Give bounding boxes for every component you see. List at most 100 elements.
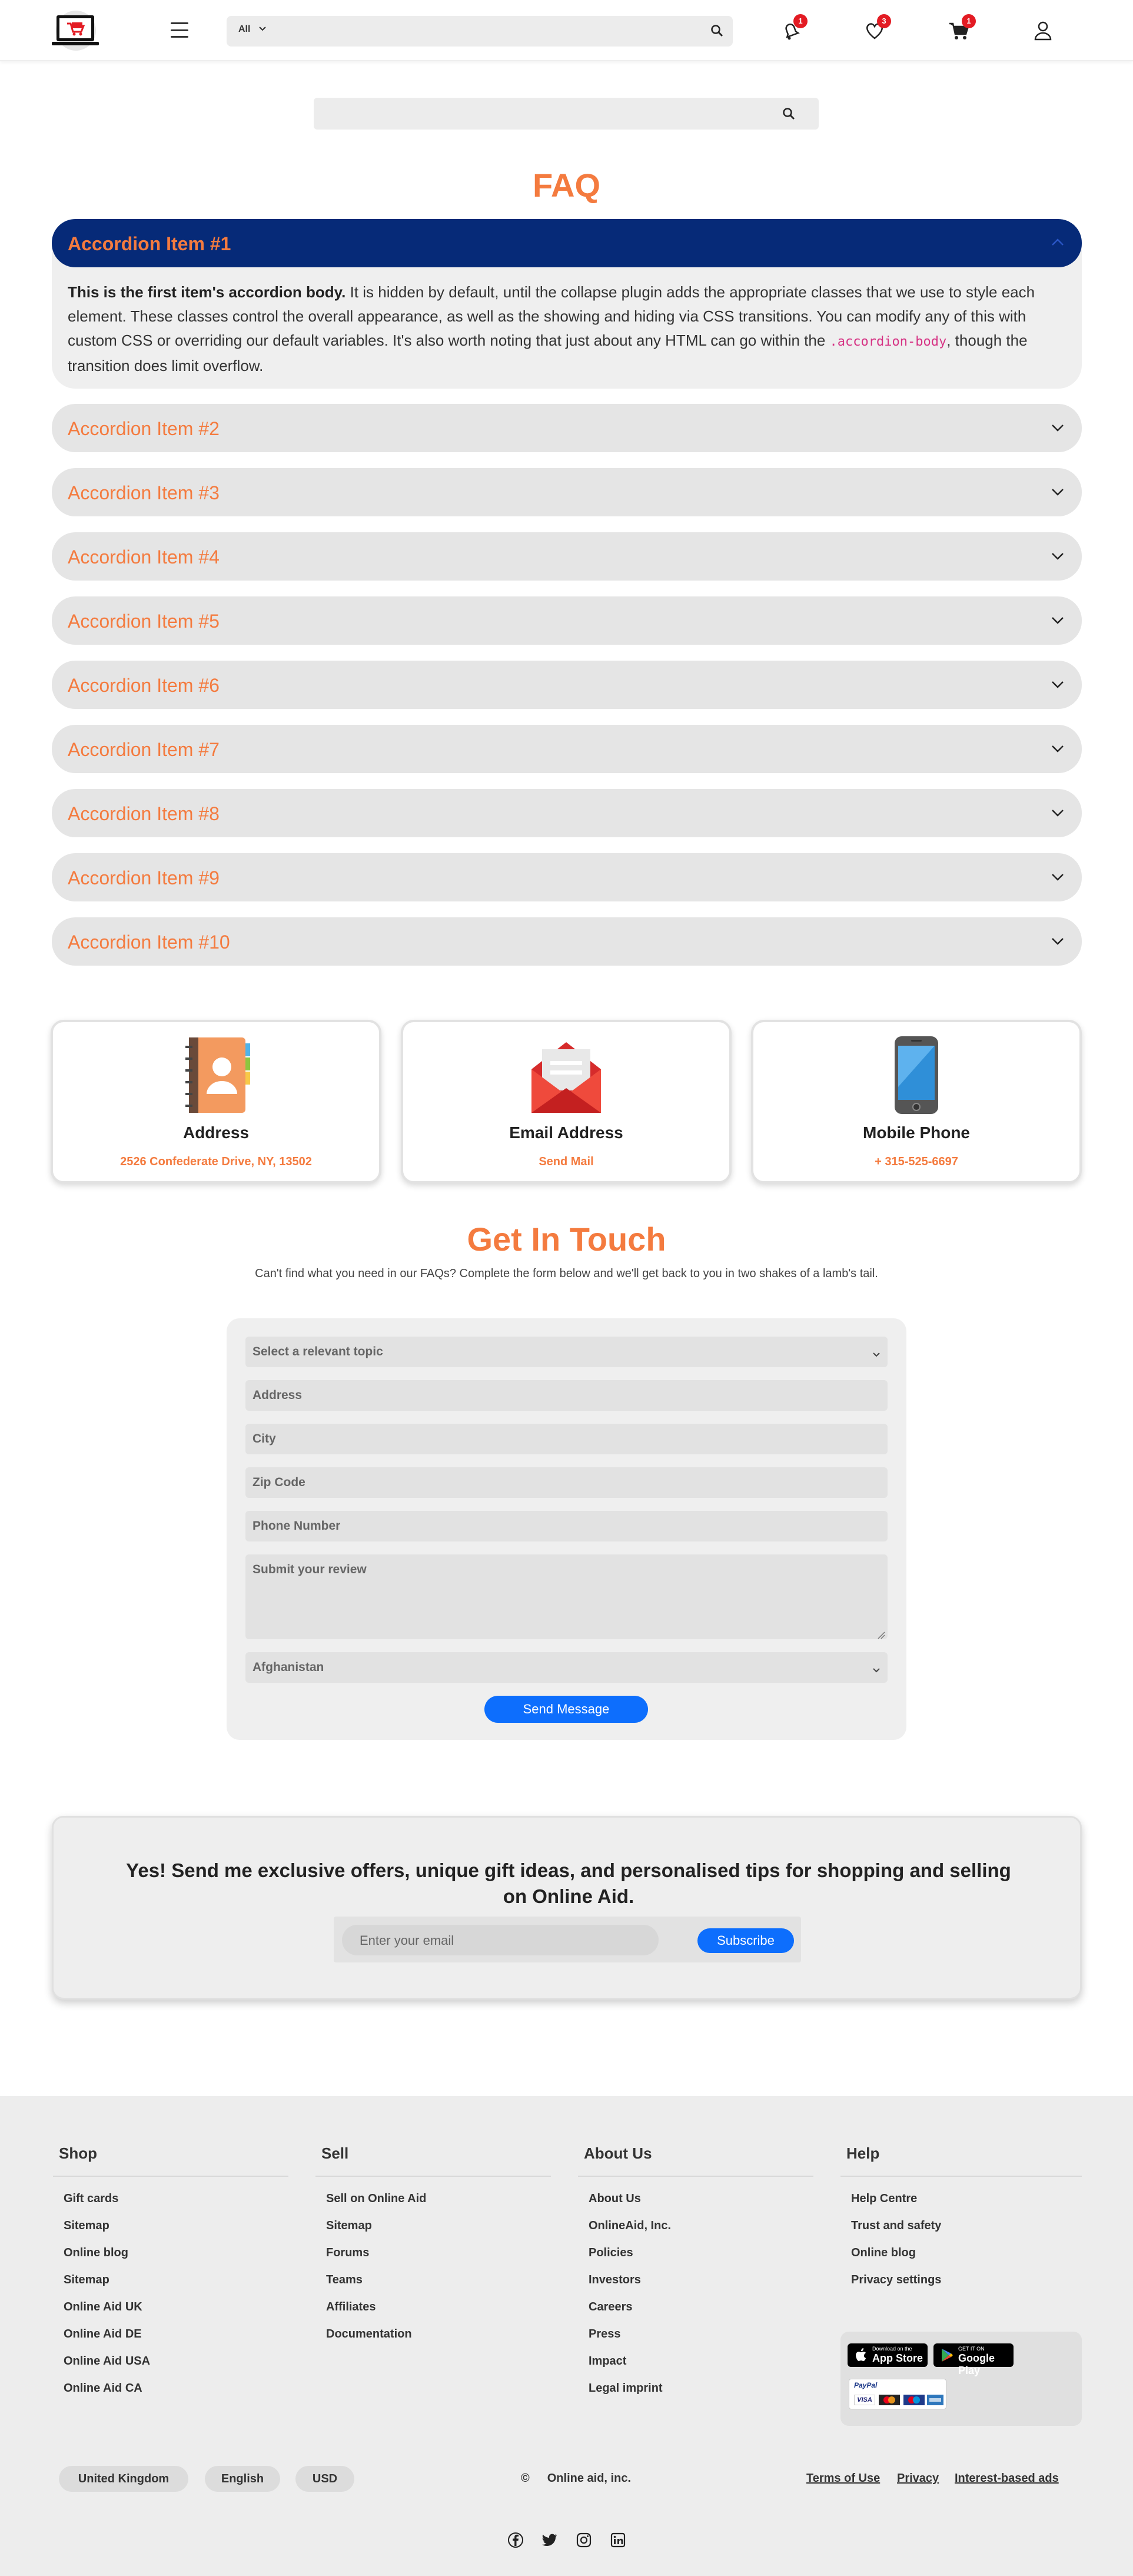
address-placeholder: Address bbox=[252, 1388, 303, 1402]
region-selector[interactable]: United Kingdom bbox=[59, 2466, 188, 2492]
footer-link[interactable]: Sitemap bbox=[315, 2219, 551, 2246]
footer-link[interactable]: Investors bbox=[578, 2273, 813, 2300]
category-select-label: All bbox=[238, 24, 251, 34]
footer-link[interactable]: Press bbox=[578, 2328, 813, 2355]
search-icon[interactable] bbox=[782, 107, 795, 123]
footer-link[interactable]: Gift cards bbox=[53, 2192, 288, 2219]
currency-selector[interactable]: USD bbox=[295, 2466, 354, 2492]
footer-link[interactable]: Online Aid UK bbox=[53, 2300, 288, 2328]
menu-toggle-icon[interactable] bbox=[171, 22, 188, 38]
footer-column-title: Shop bbox=[53, 2144, 288, 2177]
phone-number-field[interactable]: Phone Number bbox=[245, 1511, 888, 1541]
topic-select[interactable]: Select a relevant topic bbox=[245, 1337, 888, 1367]
footer-link[interactable]: Online Aid DE bbox=[53, 2328, 288, 2355]
footer-link[interactable]: Documentation bbox=[315, 2328, 551, 2355]
review-textarea[interactable]: Submit your review bbox=[245, 1554, 888, 1639]
privacy-link[interactable]: Privacy bbox=[897, 2472, 939, 2485]
footer-link[interactable]: Sell on Online Aid bbox=[315, 2192, 551, 2219]
newsletter-form: Enter your email Subscribe bbox=[334, 1917, 801, 1962]
card-title: Email Address bbox=[509, 1123, 623, 1142]
logo[interactable] bbox=[49, 9, 102, 52]
phone-number-placeholder: Phone Number bbox=[252, 1519, 341, 1533]
wishlist-button[interactable]: 3 bbox=[863, 14, 891, 42]
accordion-item[interactable]: Accordion Item #5 bbox=[52, 596, 1082, 645]
cart-button[interactable]: 1 bbox=[948, 14, 976, 42]
accordion-label: Accordion Item #9 bbox=[68, 867, 220, 888]
footer-link[interactable]: Trust and safety bbox=[840, 2219, 1082, 2246]
app-store-small-text: Download on the bbox=[872, 2346, 912, 2352]
footer-link[interactable]: Affiliates bbox=[315, 2300, 551, 2328]
account-button[interactable] bbox=[1031, 19, 1055, 42]
footer-link[interactable]: Careers bbox=[578, 2300, 813, 2328]
accordion-item[interactable]: Accordion Item #4 bbox=[52, 532, 1082, 581]
interest-based-ads-link[interactable]: Interest-based ads bbox=[955, 2472, 1059, 2485]
footer-link[interactable]: Forums bbox=[315, 2246, 551, 2273]
mastercard-icon bbox=[879, 2395, 900, 2405]
twitter-icon[interactable] bbox=[541, 2532, 558, 2548]
footer-link[interactable]: Policies bbox=[578, 2246, 813, 2273]
terms-link[interactable]: Terms of Use bbox=[806, 2472, 880, 2485]
subscribe-button[interactable]: Subscribe bbox=[697, 1928, 794, 1953]
email-card: Email Address Send Mail bbox=[401, 1020, 732, 1183]
wishlist-badge: 3 bbox=[877, 14, 891, 28]
notifications-button[interactable]: 1 bbox=[779, 14, 808, 42]
linkedin-icon[interactable] bbox=[610, 2532, 626, 2548]
send-message-button[interactable]: Send Message bbox=[484, 1696, 648, 1723]
country-select[interactable]: Afghanistan bbox=[245, 1652, 888, 1683]
footer-link[interactable]: Impact bbox=[578, 2355, 813, 2382]
google-play-small-text: GET IT ON bbox=[958, 2346, 985, 2352]
google-play-badge[interactable]: GET IT ON Google Play bbox=[933, 2343, 1014, 2376]
chevron-down-icon bbox=[872, 1663, 881, 1677]
footer-link[interactable]: Online blog bbox=[840, 2246, 1082, 2273]
email-input[interactable]: Enter your email bbox=[342, 1925, 659, 1955]
search-icon[interactable] bbox=[710, 24, 723, 40]
phone-card: Mobile Phone + 315-525-6697 bbox=[751, 1020, 1082, 1183]
newsletter-title: Yes! Send me exclusive offers, unique gi… bbox=[126, 1859, 1011, 1907]
address-book-icon bbox=[181, 1034, 251, 1119]
footer-link[interactable]: Privacy settings bbox=[840, 2273, 1082, 2300]
instagram-icon[interactable] bbox=[576, 2532, 592, 2548]
language-selector[interactable]: English bbox=[205, 2466, 280, 2492]
address-field[interactable]: Address bbox=[245, 1380, 888, 1411]
app-store-badge[interactable]: Download on the App Store bbox=[848, 2343, 928, 2367]
notifications-badge: 1 bbox=[793, 14, 808, 28]
resize-handle-icon[interactable] bbox=[877, 1629, 885, 1639]
page-search-bar[interactable] bbox=[314, 98, 819, 130]
footer-link[interactable]: Online Aid USA bbox=[53, 2355, 288, 2382]
card-value[interactable]: 2526 Confederate Drive, NY, 13502 bbox=[53, 1155, 379, 1169]
accordion-item[interactable]: Accordion Item #3 bbox=[52, 468, 1082, 516]
footer-link[interactable]: Legal imprint bbox=[578, 2382, 813, 2409]
zip-code-placeholder: Zip Code bbox=[252, 1476, 305, 1489]
accordion-item[interactable]: Accordion Item #8 bbox=[52, 789, 1082, 837]
chevron-down-icon bbox=[1050, 677, 1065, 695]
chevron-down-icon bbox=[872, 1347, 881, 1361]
google-play-icon bbox=[942, 2349, 953, 2362]
accordion-item[interactable]: Accordion Item #9 bbox=[52, 853, 1082, 901]
accordion-label: Accordion Item #1 bbox=[68, 233, 231, 254]
footer-link[interactable]: About Us bbox=[578, 2192, 813, 2219]
address-card: Address 2526 Confederate Drive, NY, 1350… bbox=[51, 1020, 381, 1183]
footer-link[interactable]: Teams bbox=[315, 2273, 551, 2300]
accordion-header[interactable]: Accordion Item #1 bbox=[52, 219, 1082, 267]
chevron-down-icon bbox=[1050, 484, 1065, 502]
footer-link[interactable]: Sitemap bbox=[53, 2273, 288, 2300]
footer-link[interactable]: Online blog bbox=[53, 2246, 288, 2273]
accordion-item[interactable]: Accordion Item #6 bbox=[52, 661, 1082, 709]
zip-code-field[interactable]: Zip Code bbox=[245, 1467, 888, 1498]
accordion-item[interactable]: Accordion Item #2 bbox=[52, 404, 1082, 452]
accordion-item[interactable]: Accordion Item #10 bbox=[52, 917, 1082, 966]
footer-link[interactable]: Sitemap bbox=[53, 2219, 288, 2246]
footer-link[interactable]: Help Centre bbox=[840, 2192, 1082, 2219]
apple-icon bbox=[856, 2348, 866, 2361]
accordion-item[interactable]: Accordion Item #7 bbox=[52, 725, 1082, 773]
card-value[interactable]: Send Mail bbox=[403, 1155, 729, 1169]
card-value[interactable]: + 315-525-6697 bbox=[753, 1155, 1079, 1169]
facebook-icon[interactable] bbox=[507, 2532, 524, 2548]
category-select[interactable]: All bbox=[238, 24, 266, 35]
footer-link[interactable]: Online Aid CA bbox=[53, 2382, 288, 2409]
header-search-bar[interactable]: All bbox=[227, 16, 733, 47]
chevron-up-icon bbox=[1050, 235, 1065, 253]
envelope-icon bbox=[528, 1034, 604, 1119]
footer-link[interactable]: OnlineAid, Inc. bbox=[578, 2219, 813, 2246]
city-field[interactable]: City bbox=[245, 1424, 888, 1454]
